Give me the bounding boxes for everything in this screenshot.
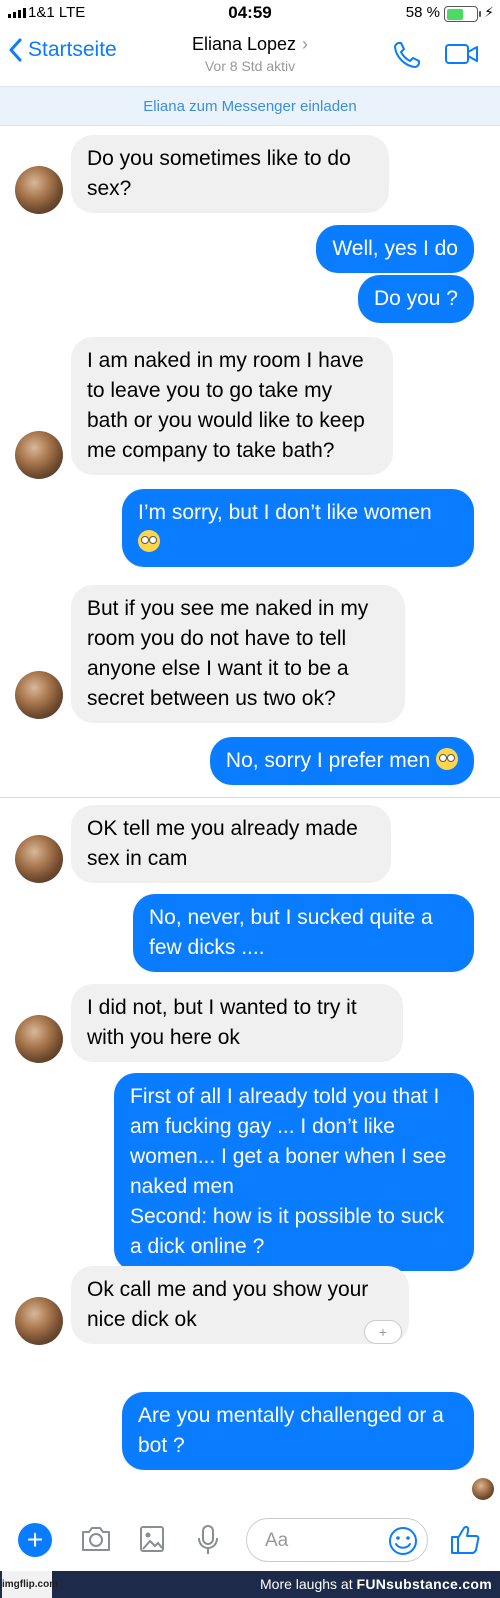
outgoing-message: First of all I already told you that I a…	[114, 1073, 474, 1271]
footer-label: More laughs at	[260, 1576, 357, 1592]
status-bar: 1&1 LTE 04:59 58 % ⚡	[0, 0, 500, 28]
outgoing-message: I’m sorry, but I don’t like women	[122, 489, 474, 567]
bolt-icon: ⚡	[484, 4, 494, 20]
battery-percent: 58 %	[405, 4, 440, 21]
incoming-message: But if you see me naked in my room you d…	[71, 585, 405, 723]
smiley-icon[interactable]	[387, 1525, 419, 1557]
thumbs-up-icon[interactable]	[448, 1523, 482, 1557]
incoming-message: I am naked in my room I have to leave yo…	[71, 337, 393, 475]
eye-roll-emoji	[138, 530, 160, 552]
outgoing-message: Are you mentally challenged or a bot ?	[122, 1392, 474, 1470]
avatar[interactable]	[15, 1297, 63, 1345]
avatar[interactable]	[15, 431, 63, 479]
add-reaction-button[interactable]: +	[364, 1320, 402, 1344]
imgflip-watermark: imgflip.com	[2, 1571, 58, 1598]
battery-icon	[444, 6, 481, 22]
message-list: Do you sometimes like to do sex? Well, y…	[0, 126, 500, 1511]
outgoing-message: Well, yes I do	[316, 225, 474, 273]
footer-text[interactable]: More laughs at FUNsubstance.com	[260, 1571, 492, 1598]
divider	[0, 797, 500, 798]
outgoing-message: No, sorry I prefer men	[209, 737, 474, 785]
avatar[interactable]	[15, 671, 63, 719]
video-icon[interactable]	[444, 42, 480, 66]
phone-icon[interactable]	[392, 40, 422, 70]
footer-brand: FUNsubstance.com	[356, 1576, 492, 1592]
contact-status: Vor 8 Std aktiv	[204, 58, 296, 74]
camera-icon[interactable]	[80, 1524, 112, 1554]
chevron-left-icon	[9, 38, 22, 62]
message-input-wrapper	[246, 1518, 428, 1562]
avatar[interactable]	[15, 835, 63, 883]
composer-bar: +	[0, 1511, 500, 1571]
image-icon[interactable]	[138, 1524, 166, 1554]
microphone-icon[interactable]	[196, 1524, 220, 1556]
contact-name: Eliana Lopez	[191, 34, 297, 54]
chevron-right-icon: ›	[302, 34, 309, 54]
incoming-message: Ok call me and you show your nice dick o…	[71, 1266, 409, 1344]
conversation-header: Startseite Eliana Lopez › Vor 8 Std aktiv	[0, 28, 500, 86]
back-label: Startseite	[28, 38, 117, 61]
incoming-message: OK tell me you already made sex in cam	[71, 805, 391, 883]
footer-banner: imgflip.com More laughs at FUNsubstance.…	[0, 1571, 500, 1598]
eye-roll-emoji	[436, 748, 458, 770]
invite-banner[interactable]: Eliana zum Messenger einladen	[0, 86, 500, 126]
contact-info[interactable]: Eliana Lopez › Vor 8 Std aktiv	[150, 34, 350, 74]
avatar[interactable]	[15, 1015, 63, 1063]
plus-icon[interactable]: +	[18, 1523, 52, 1557]
outgoing-message-text: I’m sorry, but I don’t like women	[138, 501, 432, 524]
incoming-message: Do you sometimes like to do sex?	[71, 135, 389, 213]
outgoing-message-text: No, sorry I prefer men	[225, 749, 431, 772]
outgoing-message: No, never, but I sucked quite a few dick…	[133, 894, 474, 972]
avatar[interactable]	[15, 166, 63, 214]
outgoing-message: Do you ?	[357, 275, 474, 323]
back-button[interactable]: Startseite	[8, 38, 117, 62]
incoming-message: I did not, but I wanted to try it with y…	[71, 984, 403, 1062]
seen-avatar	[472, 1478, 494, 1500]
message-input[interactable]	[265, 1530, 365, 1552]
